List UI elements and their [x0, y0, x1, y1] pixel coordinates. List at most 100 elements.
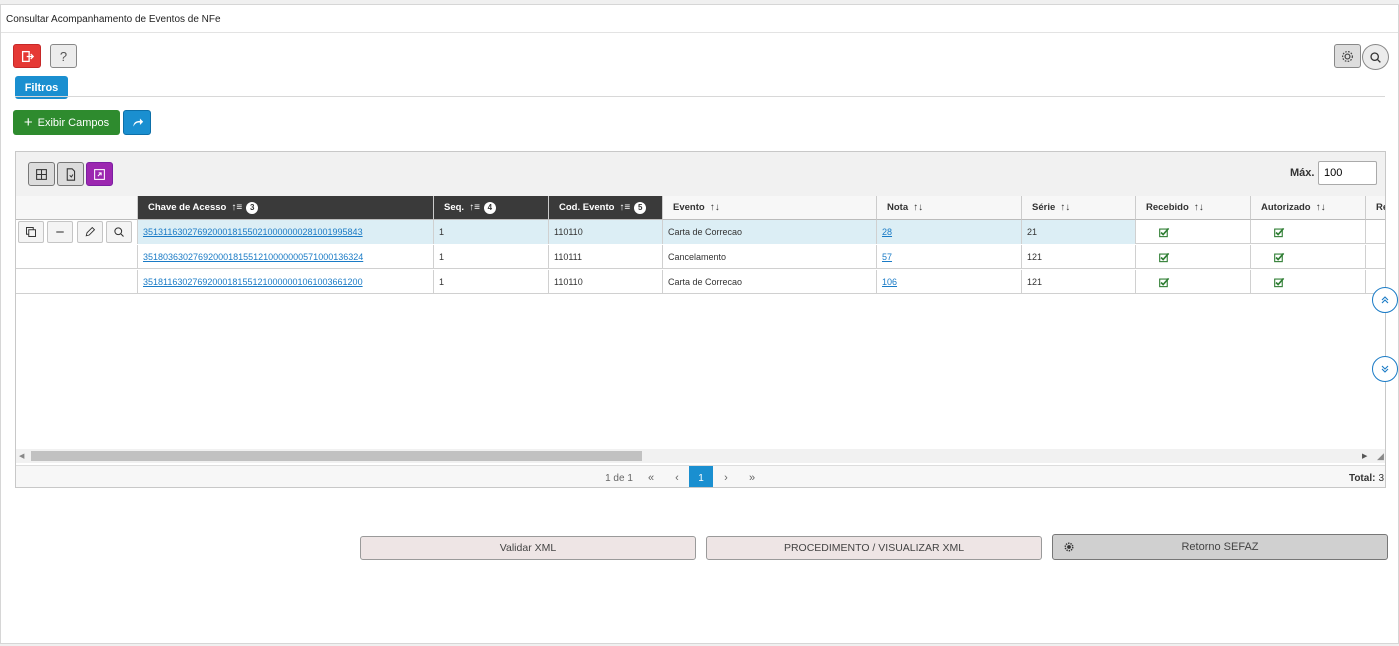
chave-link[interactable]: 3518036302769200018155121000000057100013… — [143, 252, 363, 262]
scroll-right-arrow-icon[interactable]: ▶ — [1362, 452, 1367, 460]
scrollbar-thumb[interactable] — [31, 451, 642, 461]
cell-serie: 121 — [1022, 245, 1136, 269]
col-label: Cod. Evento — [559, 202, 615, 213]
checkbox-checked-icon — [1159, 227, 1170, 237]
view-button[interactable] — [106, 221, 132, 243]
sort-icon: ↑≡ — [469, 202, 480, 213]
max-input[interactable] — [1318, 161, 1377, 185]
max-label: Máx. — [1290, 167, 1315, 179]
nota-link[interactable]: 57 — [882, 252, 892, 262]
settings-button[interactable] — [1334, 44, 1361, 68]
last-page-button[interactable]: » — [742, 466, 762, 487]
horizontal-scrollbar[interactable]: ◀ ▶ ◢ — [16, 449, 1385, 463]
search-button[interactable] — [1362, 44, 1389, 70]
col-evento[interactable]: Evento ↑↓ — [663, 196, 877, 220]
table-row[interactable]: 3518036302769200018155121000000057100013… — [16, 245, 1385, 269]
cell-evento: Cancelamento — [663, 245, 877, 269]
page-info: 1 de 1 — [605, 472, 633, 484]
col-nota[interactable]: Nota ↑↓ — [877, 196, 1022, 220]
title-divider — [1, 32, 1398, 33]
sort-icon: ↑≡ — [231, 202, 243, 213]
prev-page-button[interactable]: ‹ — [667, 466, 687, 487]
col-label: Re — [1376, 202, 1385, 213]
procedimento-visualizar-xml-button[interactable]: PROCEDIMENTO / VISUALIZAR XML — [706, 536, 1042, 560]
chave-link[interactable]: 3518116302769200018155121000000106100366… — [143, 277, 363, 287]
remove-button[interactable] — [47, 221, 73, 243]
cell-chave[interactable]: 3518036302769200018155121000000057100013… — [138, 245, 434, 269]
cell-autorizado — [1251, 270, 1366, 294]
scroll-left-arrow-icon[interactable]: ◀ — [19, 452, 24, 460]
col-serie[interactable]: Série ↑↓ — [1022, 196, 1136, 220]
app-window: Consultar Acompanhamento de Eventos de N… — [0, 4, 1399, 644]
double-chevron-up-icon — [1381, 296, 1389, 304]
checkbox-checked-icon — [1159, 277, 1170, 287]
col-label: Evento — [673, 202, 705, 213]
cell-nota[interactable]: 28 — [877, 220, 1022, 244]
checkbox-checked-icon — [1274, 227, 1285, 237]
table-row[interactable]: 3518116302769200018155121000000106100366… — [16, 270, 1385, 294]
data-grid-panel: Máx. Chave de Acesso ↑≡ 3 Seq. ↑≡ 4 Cod.… — [15, 151, 1386, 488]
cell-seq: 1 — [434, 220, 549, 244]
cell-seq: 1 — [434, 270, 549, 294]
cell-nota[interactable]: 106 — [877, 270, 1022, 294]
col-chave-acesso[interactable]: Chave de Acesso ↑≡ 3 — [138, 196, 434, 220]
sort-icon: ↑↓ — [1193, 202, 1204, 213]
window-title: Consultar Acompanhamento de Eventos de N… — [6, 14, 221, 25]
validar-xml-button[interactable]: Validar XML — [360, 536, 696, 560]
cell-serie: 21 — [1022, 220, 1136, 244]
chave-link[interactable]: 3513116302769200018155021000000028100199… — [143, 227, 363, 237]
nota-link[interactable]: 28 — [882, 227, 892, 237]
exit-button[interactable] — [13, 44, 41, 68]
checkbox-checked-icon — [1274, 252, 1285, 262]
plus-icon: + — [23, 114, 33, 131]
col-autorizado[interactable]: Autorizado ↑↓ — [1251, 196, 1366, 220]
next-page-button[interactable]: › — [716, 466, 736, 487]
scroll-up-button[interactable] — [1372, 287, 1398, 313]
cell-recebido — [1136, 245, 1251, 269]
expand-button[interactable] — [86, 162, 113, 186]
help-button[interactable]: ? — [50, 44, 77, 68]
col-recebido[interactable]: Recebido ↑↓ — [1136, 196, 1251, 220]
cell-chave[interactable]: 3518116302769200018155121000000106100366… — [138, 270, 434, 294]
file-icon — [66, 167, 76, 181]
sort-order-badge: 3 — [246, 201, 259, 214]
cell-nota[interactable]: 57 — [877, 245, 1022, 269]
table-row[interactable]: 3513116302769200018155021000000028100199… — [16, 220, 1385, 244]
grid-toolbar: Máx. — [16, 152, 1385, 197]
resize-grip-icon[interactable]: ◢ — [1377, 451, 1384, 462]
export-file-button[interactable] — [57, 162, 84, 186]
cell-autorizado — [1251, 245, 1366, 269]
share-arrow-icon — [132, 118, 143, 127]
magnifier-icon — [114, 227, 124, 237]
cell-cod-evento: 110110 — [549, 270, 663, 294]
col-label: Série — [1032, 202, 1056, 213]
filter-divider — [15, 96, 1385, 97]
cell-evento: Carta de Correcao — [663, 220, 877, 244]
first-page-button[interactable]: « — [641, 466, 661, 487]
total-count: Total: 3 — [1326, 466, 1385, 487]
exibir-campos-button[interactable]: + Exibir Campos — [13, 110, 120, 135]
current-page-button[interactable]: 1 — [689, 466, 713, 487]
cell-cod-evento: 110111 — [549, 245, 663, 269]
edit-button[interactable] — [77, 221, 103, 243]
cell-chave[interactable]: 3513116302769200018155021000000028100199… — [138, 220, 434, 244]
col-truncated[interactable]: Re — [1366, 196, 1385, 220]
retorno-sefaz-button[interactable]: Retorno SEFAZ — [1052, 534, 1388, 560]
cell-serie: 121 — [1022, 270, 1136, 294]
checkbox-checked-icon — [1159, 252, 1170, 262]
col-cod-evento[interactable]: Cod. Evento ↑≡ 5 — [549, 196, 663, 220]
checkbox-checked-icon — [1274, 277, 1285, 287]
cell-evento: Carta de Correcao — [663, 270, 877, 294]
copy-icon — [26, 227, 36, 237]
copy-button[interactable] — [18, 221, 44, 243]
row-actions — [16, 245, 138, 269]
share-button[interactable] — [123, 110, 151, 135]
scroll-down-button[interactable] — [1372, 356, 1398, 382]
sort-icon: ↑↓ — [1315, 202, 1326, 213]
col-seq[interactable]: Seq. ↑≡ 4 — [434, 196, 549, 220]
cell-seq: 1 — [434, 245, 549, 269]
nota-link[interactable]: 106 — [882, 277, 897, 287]
total-label: Total: — [1348, 472, 1376, 484]
grid-layout-button[interactable] — [28, 162, 55, 186]
col-label: Seq. — [444, 202, 465, 213]
